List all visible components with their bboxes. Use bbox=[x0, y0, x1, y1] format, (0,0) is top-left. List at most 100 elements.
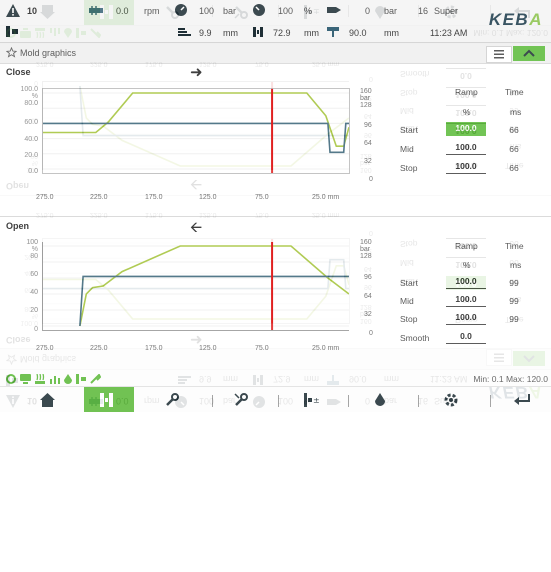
open-chart-plot bbox=[43, 242, 349, 330]
pressure-profile-line bbox=[79, 275, 349, 327]
open-chart bbox=[42, 242, 349, 331]
x-tick: 125.0 bbox=[199, 194, 217, 201]
page-title: Mold graphics bbox=[20, 48, 77, 58]
open-mid-ramp-input[interactable]: 100.0 bbox=[446, 293, 486, 307]
speed-profile-line bbox=[79, 245, 349, 327]
y-tick: 100 bbox=[26, 239, 38, 246]
open-title: Open bbox=[6, 221, 30, 231]
nav-settings[interactable] bbox=[426, 387, 476, 412]
pressure-gauge-icon bbox=[175, 4, 187, 16]
smooth-label: Smooth bbox=[400, 333, 430, 343]
arrow-right-icon: ➜ bbox=[190, 64, 203, 81]
close-mid-ramp-input[interactable]: 100.0 bbox=[446, 141, 486, 155]
close-chart-plot bbox=[43, 89, 349, 173]
nav-separator bbox=[212, 395, 213, 407]
x-tick: 75.0 bbox=[255, 345, 269, 352]
settings-icon bbox=[444, 393, 458, 407]
stop-label: Stop bbox=[400, 314, 418, 324]
collapse-button[interactable] bbox=[513, 46, 545, 61]
chart-icon bbox=[50, 376, 60, 384]
drop-icon bbox=[64, 374, 72, 384]
ejector-status-icon bbox=[327, 27, 339, 37]
hamburger-icon bbox=[494, 50, 504, 59]
mold-unit: mm bbox=[304, 28, 319, 38]
mold-position-icon bbox=[253, 27, 263, 37]
panel-divider bbox=[0, 216, 551, 217]
y2-tick: 0 bbox=[369, 330, 373, 337]
nav-tools[interactable] bbox=[216, 387, 266, 412]
nav-separator bbox=[278, 395, 279, 407]
reflection-fade bbox=[0, 412, 551, 572]
close-stop-time: 66 bbox=[509, 163, 519, 173]
mold-value: 72.9 bbox=[273, 28, 291, 38]
y2-tick: 0 bbox=[369, 176, 373, 183]
page-title-bar: Mold graphics bbox=[0, 43, 551, 64]
nav-separator bbox=[418, 395, 419, 407]
ramp-unit: % bbox=[463, 260, 471, 270]
y2-tick: 32 bbox=[364, 311, 372, 318]
pressure-value: 100 bbox=[199, 6, 215, 16]
menu-button[interactable] bbox=[486, 46, 512, 63]
y-tick: 20.0 bbox=[24, 152, 38, 159]
open-smooth-input[interactable]: 0.0 bbox=[446, 330, 486, 344]
y2-tick: 128 bbox=[360, 253, 372, 260]
wrench-icon bbox=[166, 393, 179, 406]
y2-tick: bar bbox=[360, 246, 371, 253]
open-panel: Open 🡨 100 % 80 60 40 20 0 160 bar 128 9… bbox=[0, 218, 551, 368]
close-chart bbox=[42, 88, 350, 174]
x-tick: 225.0 bbox=[90, 345, 108, 352]
nav-mold[interactable] bbox=[84, 387, 134, 412]
favorite-star-icon[interactable] bbox=[6, 47, 17, 58]
back-icon bbox=[514, 394, 530, 405]
mold-status-icon bbox=[6, 26, 18, 37]
nav-separator bbox=[490, 395, 491, 407]
alarm-triangle-icon[interactable] bbox=[6, 4, 20, 17]
ramp-unit: % bbox=[463, 107, 471, 117]
alarm-count: 10 bbox=[27, 6, 38, 16]
status-bar: 10 0.0 rpm 100 bar 100 % 0 bar 16 Super … bbox=[0, 0, 551, 43]
tool-small-icon bbox=[90, 374, 101, 384]
nav-injection[interactable] bbox=[355, 387, 405, 412]
bottom-nav: ± bbox=[0, 386, 551, 412]
ejector-unit: mm bbox=[384, 28, 399, 38]
mold-small-icon bbox=[76, 374, 86, 384]
close-start-ramp-input[interactable]: 100.0 bbox=[446, 122, 486, 136]
y-tick: 80 bbox=[30, 253, 38, 260]
nav-back[interactable] bbox=[496, 387, 546, 412]
percent-unit: % bbox=[304, 6, 313, 16]
time-header: Time bbox=[505, 87, 524, 97]
nav-maintenance[interactable] bbox=[147, 387, 197, 412]
home-icon bbox=[40, 393, 55, 407]
nav-separator bbox=[348, 395, 349, 407]
close-stop-ramp-input[interactable]: 100.0 bbox=[446, 160, 486, 174]
x-tick: 175.0 bbox=[145, 194, 163, 201]
y2-tick: 128 bbox=[360, 102, 372, 109]
y-tick: 0.0 bbox=[28, 168, 38, 175]
start-label: Start bbox=[400, 278, 418, 288]
close-start-time: 66 bbox=[509, 125, 519, 135]
nav-ejector[interactable]: ± bbox=[286, 387, 336, 412]
status-icon-strip bbox=[0, 372, 551, 386]
cycle-icon bbox=[6, 374, 16, 384]
y-tick: 40 bbox=[30, 289, 38, 296]
stroke-icon bbox=[178, 28, 191, 36]
open-start-ramp-input[interactable]: 100.0 bbox=[446, 275, 486, 289]
time-header: Time bbox=[505, 241, 524, 251]
nav-home[interactable] bbox=[23, 387, 73, 412]
ejector-value: 90.0 bbox=[349, 28, 367, 38]
stroke-value: 9.9 bbox=[199, 28, 212, 38]
y2-tick: 64 bbox=[364, 140, 372, 147]
y-tick: 60 bbox=[30, 271, 38, 278]
flow-value: 0 bbox=[365, 6, 371, 16]
time-unit: ms bbox=[510, 107, 522, 117]
injection-icon bbox=[375, 393, 385, 406]
start-label: Start bbox=[400, 125, 418, 135]
y2-tick: 96 bbox=[364, 122, 372, 129]
percent-value: 100 bbox=[278, 6, 294, 16]
open-stop-ramp-input[interactable]: 100.0 bbox=[446, 311, 486, 325]
rpm-value: 0.0 bbox=[116, 6, 129, 16]
chevron-up-icon bbox=[523, 49, 535, 57]
rpm-unit: rpm bbox=[144, 6, 160, 16]
open-mid-time: 99 bbox=[509, 296, 519, 306]
y-tick: 40.0 bbox=[24, 136, 38, 143]
